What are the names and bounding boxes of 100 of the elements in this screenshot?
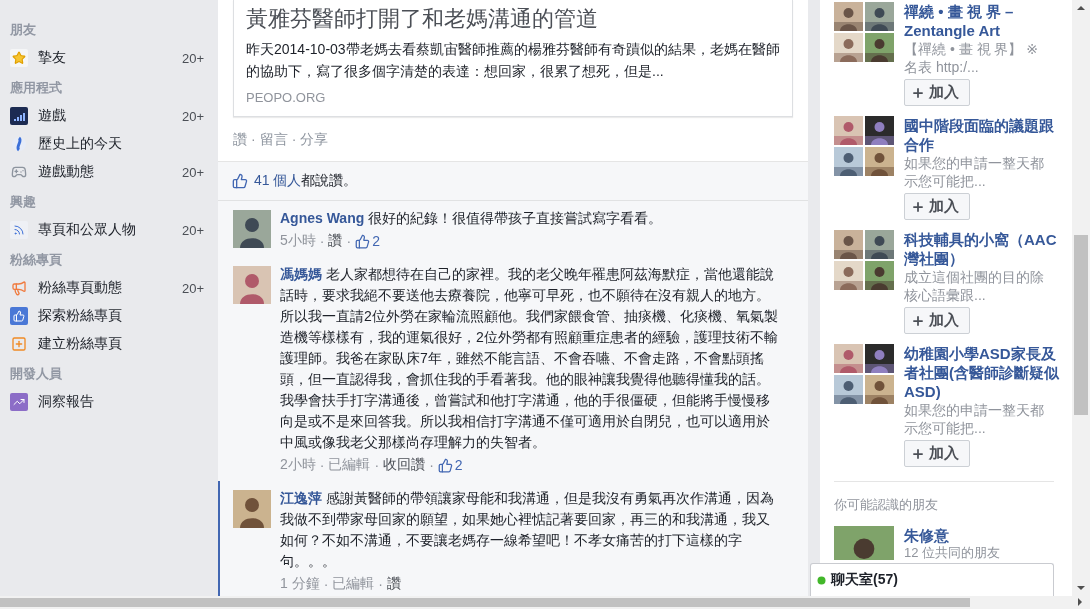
group-description: 【禪繞 • 畫 視 界】 ※: [904, 40, 1039, 58]
group-title[interactable]: Zentangle Art: [904, 21, 1039, 40]
thumbs-up-icon: [437, 457, 453, 473]
vertical-scrollbar[interactable]: [1072, 0, 1090, 596]
people-link[interactable]: 41 個人: [254, 172, 302, 188]
chat-tab[interactable]: 聊天室(57): [810, 563, 1054, 596]
like-count[interactable]: 2: [355, 233, 380, 249]
item-label: 洞察報告: [38, 393, 95, 411]
sidebar-item[interactable]: 專頁和公眾人物 20+: [10, 216, 218, 244]
separator: ·: [319, 457, 325, 473]
item-label: 粉絲專頁動態: [38, 279, 123, 297]
like-count[interactable]: 2: [437, 457, 463, 473]
group-title[interactable]: 者社團(含醫師診斷疑似: [904, 363, 1059, 382]
item-label: 遊戲動態: [38, 163, 95, 181]
right-arrow-icon[interactable]: [1076, 598, 1084, 606]
separator: ·: [378, 576, 384, 592]
comment-meta: 1 分鐘: [280, 575, 320, 593]
sidebar-item[interactable]: 粉絲專頁動態 20+: [10, 274, 218, 302]
separator: ·: [319, 233, 325, 249]
comment-text: 我學會扶手打字溝通後，曾嘗試和他打字溝通，他的手很僵硬，但能將手慢慢移向是或不是來回答我。所以我相信打字溝通不僅可適用於自閉兒，也可以適用於中風或像我老父那樣尚存理解力的失智者。: [280, 391, 771, 452]
group-title[interactable]: 禪繞 • 畫 視 界 –: [904, 2, 1039, 21]
item-count: 20+: [182, 280, 206, 296]
comment-text: 馮媽媽 老人家都想待在自己的家裡。我的老父晚年罹患阿茲海默症，當他還能說話時，要求我絕不要送他去療養院，他寧可早死，也不願待在沒有親人的地方。所以我一直請2位外勞在家輪流照顧他。我們家餵食管、抽痰機、化痰機、氧氣製造機等樣樣有，我的運氣很好，2位外勞都有照顧重症患者的經驗，護理技術不輸護理師。我爸在家臥床7年，雖然不能言語、不會吞嚥、不會走路，不會點頭搖頭，但一直認得我，會抓住我的手看著我。他的眼神讓我覺得他聽得懂我的話。: [280, 265, 779, 389]
scrollbar-thumb[interactable]: [0, 598, 970, 607]
link-domain: PEOPO.ORG: [246, 89, 327, 107]
section-heading: 應用程式: [10, 79, 63, 97]
group-description: 如果您的申請一整天都: [904, 154, 1045, 172]
section-heading: 你可能認識的朋友: [834, 496, 939, 514]
person-name[interactable]: 朱修意: [904, 526, 1001, 545]
comment-meta: 5小時: [280, 232, 316, 250]
comment-meta: 已編輯: [328, 456, 371, 474]
thumbs-up-icon: [232, 173, 248, 189]
item-label: 歷史上的今天: [38, 135, 123, 153]
megaphone-icon: [10, 279, 28, 297]
thumbs-up-icon: [10, 307, 28, 325]
group-title[interactable]: 合作: [904, 135, 1054, 154]
sidebar-item[interactable]: 歷史上的今天: [10, 130, 218, 158]
separator: ·: [251, 131, 256, 149]
join-button[interactable]: 加入: [904, 440, 970, 467]
plus-icon: [911, 313, 925, 328]
thumbs-up-icon: [355, 233, 371, 249]
group-title[interactable]: 科技輔具的小窩（AAC: [904, 230, 1057, 249]
group-description: 如果您的申請一整天都: [904, 401, 1045, 419]
separator: ·: [374, 457, 380, 473]
group-title[interactable]: 幼稚園小學ASD家長及: [904, 344, 1059, 363]
group-description: 示您可能把...: [904, 419, 987, 437]
plus-icon: [911, 85, 925, 100]
like-link[interactable]: 讚: [328, 232, 343, 250]
section-heading: 粉絲專頁: [10, 251, 63, 269]
link-title[interactable]: 黃雅芬醫師打開了和老媽溝通的管道: [246, 4, 780, 34]
comment-author[interactable]: 馮媽媽: [280, 266, 322, 282]
link-description: 昨天2014-10-03帶老媽去看蔡凱宙醫師推薦的楊雅芬醫師有奇蹟似的結果，老媽在醫師的協助下，寫了很多個字清楚的表達：想回家，很累了想死，但是...: [246, 40, 780, 81]
avatar[interactable]: [233, 210, 271, 248]
mutual-friends: 12 位共同的朋友: [904, 545, 1001, 561]
group-title[interactable]: 國中階段面臨的議題跟: [904, 116, 1054, 135]
plus-icon: [911, 446, 925, 461]
chart-icon: [10, 393, 28, 411]
item-label: 探索粉絲專頁: [38, 307, 123, 325]
sidebar-item[interactable]: 建立粉絲專頁: [10, 330, 218, 358]
group-title[interactable]: ASD): [904, 382, 1059, 401]
avatar[interactable]: [233, 490, 271, 528]
item-count: 20+: [182, 164, 206, 180]
sidebar-item[interactable]: 遊戲 20+: [10, 102, 218, 130]
sidebar-item[interactable]: 遊戲動態 20+: [10, 158, 218, 186]
like-link[interactable]: 讚: [387, 575, 402, 593]
section-heading: 朋友: [10, 21, 37, 39]
item-label: 遊戲: [38, 107, 67, 125]
join-button[interactable]: 加入: [904, 79, 970, 106]
star-icon: [10, 49, 28, 67]
comment-text: 江逸萍 感謝黃醫師的帶領讓家母能和我溝通，但是我沒有勇氣再次作溝通，因為我做不到帶家母回家的願望，如果她心裡惦記著要回家，再三的和我溝通，我又如何？不如不溝通，不要讓老媽存一線希望吧！不孝女痛苦的打下這樣的字句。。。: [280, 489, 775, 571]
comment-text: Agnes Wang 很好的紀錄！很值得帶孩子直接嘗試寫字看看。: [280, 209, 664, 228]
group-title[interactable]: 灣社團）: [904, 249, 1057, 268]
like-summary: 41 個人都說讚。: [254, 172, 358, 190]
item-label: 摯友: [38, 49, 67, 67]
item-label: 建立粉絲專頁: [38, 335, 123, 353]
comment-meta: 2小時: [280, 456, 316, 474]
sidebar-item[interactable]: 探索粉絲專頁: [10, 302, 218, 330]
rss-icon: [10, 221, 28, 239]
item-count: 20+: [182, 108, 206, 124]
down-arrow-icon[interactable]: [1077, 584, 1085, 592]
chat-label: 聊天室(57): [831, 571, 898, 589]
join-button[interactable]: 加入: [904, 307, 970, 334]
horizontal-scrollbar[interactable]: [0, 596, 1090, 609]
up-arrow-icon[interactable]: [1077, 4, 1085, 12]
join-button[interactable]: 加入: [904, 193, 970, 220]
group-description: 名表 http:/...: [904, 58, 980, 76]
online-dot-icon: [817, 575, 826, 585]
link-card[interactable]: 黃雅芬醫師打開了和老媽溝通的管道 昨天2014-10-03帶老媽去看蔡凱宙醫師推薦的楊雅芬醫師有奇蹟似的結果，老媽在醫師的協助下，寫了很多個字清楚的表達：想回家，很累了想死，但是... PEOPO.ORG: [233, 0, 793, 117]
separator: ·: [323, 576, 329, 592]
group-description: 成立這個社團的目的除: [904, 268, 1045, 286]
sidebar-item[interactable]: 摯友 20+: [10, 44, 218, 72]
scrollbar-thumb[interactable]: [1074, 235, 1088, 415]
separator: ·: [346, 233, 352, 249]
plus-icon: [911, 199, 925, 214]
avatar[interactable]: [233, 266, 271, 304]
separator: ·: [291, 131, 297, 149]
sidebar-item[interactable]: 洞察報告: [10, 388, 218, 416]
comment-author[interactable]: 江逸萍: [280, 490, 322, 506]
comment-author[interactable]: Agnes Wang: [280, 210, 365, 226]
like-link[interactable]: 收回讚: [383, 456, 426, 474]
